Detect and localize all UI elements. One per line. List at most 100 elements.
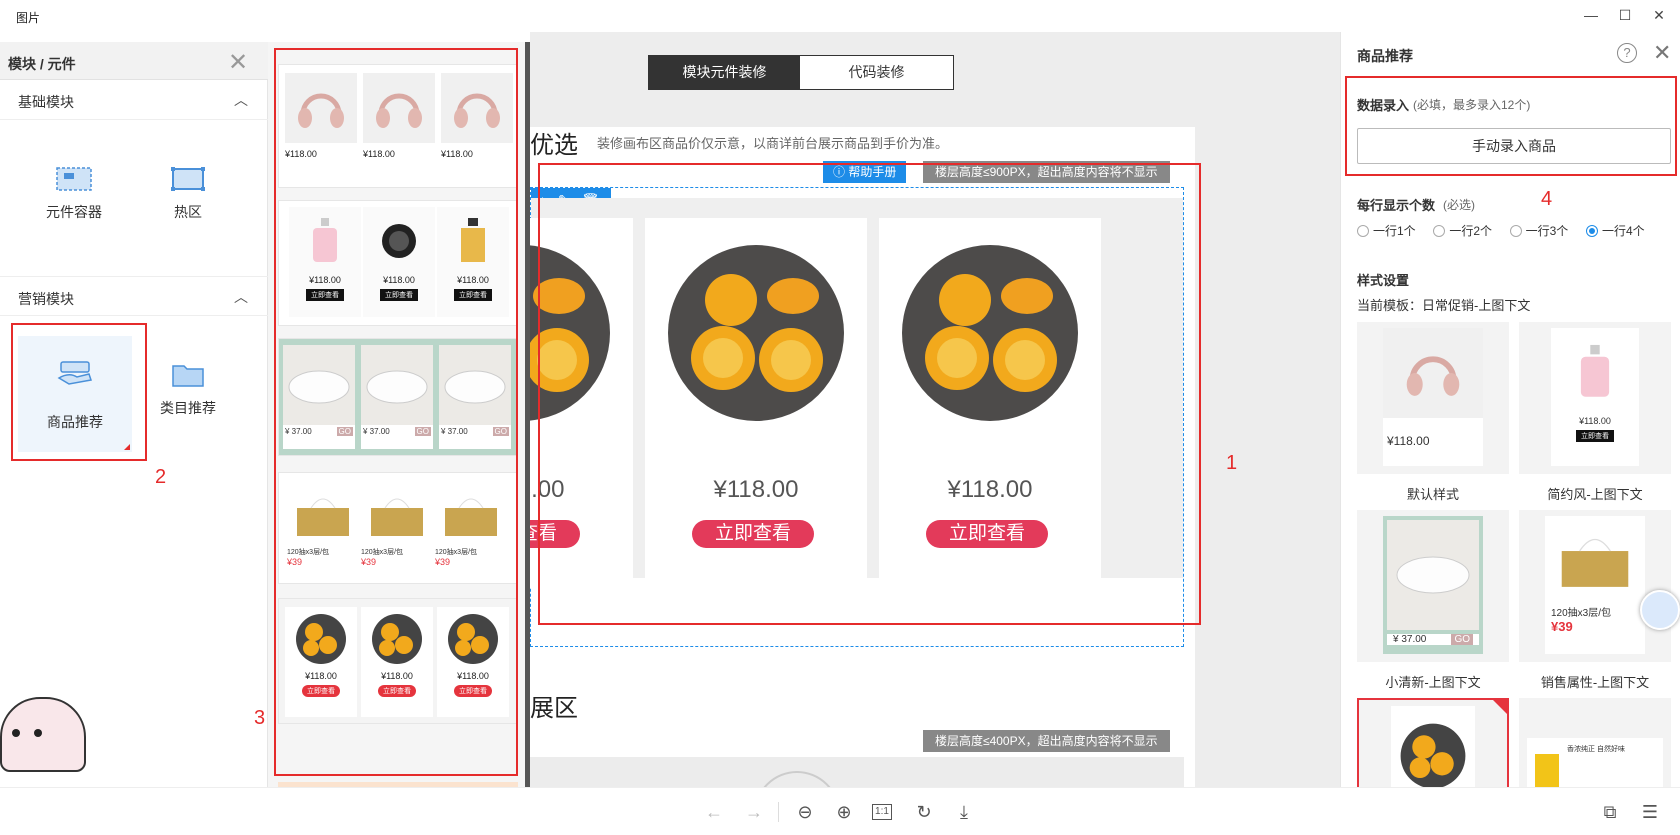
section-basic-header[interactable]: 基础模块 ︿ bbox=[0, 80, 268, 120]
property-panel: 商品推荐 ? ✕ 数据录入 (必填，最多录入12个) 手动录入商品 4 每行显示… bbox=[1340, 32, 1680, 787]
style-label: 销售属性-上图下文 bbox=[1540, 675, 1650, 690]
chevron-up-icon[interactable]: ︿ bbox=[234, 90, 248, 110]
rotate-icon[interactable]: ↻ bbox=[912, 800, 936, 824]
mode-tabs: 模块元件装修 代码装修 bbox=[648, 55, 954, 90]
section-marketing-header[interactable]: 营销模块 ︿ bbox=[0, 276, 268, 316]
container-icon bbox=[56, 167, 92, 191]
style-simple[interactable]: ¥118.00 立即查看 bbox=[1519, 322, 1671, 474]
actual-size-icon[interactable]: 1:1 bbox=[872, 804, 892, 820]
tab-module-decor[interactable]: 模块元件装修 bbox=[649, 56, 800, 89]
annotation-number-3: 3 bbox=[254, 707, 266, 729]
tool-label: 类目推荐 bbox=[160, 400, 216, 416]
title-bar: 图片 — ☐ ✕ bbox=[0, 0, 1680, 32]
chevron-up-icon[interactable]: ︿ bbox=[234, 287, 248, 307]
annotation-box-2 bbox=[11, 323, 147, 461]
price: ¥ 37.00 bbox=[1393, 634, 1427, 645]
price: ¥118.00 bbox=[1579, 416, 1611, 426]
mascot-eye bbox=[34, 729, 42, 737]
current-template: 当前模板：日常促销-上图下文 bbox=[1357, 298, 1531, 313]
perfume-image bbox=[1551, 328, 1639, 416]
module-panel: 模块 / 元件 ✕ 基础模块 ︿ 元件容器 热区 营销模块 ︿ 商品推荐 类目推… bbox=[0, 42, 268, 787]
text-extract-icon[interactable]: ☰ bbox=[1638, 800, 1662, 824]
annotation-number-4: 4 bbox=[1541, 188, 1553, 210]
style-sales-attr[interactable]: 120抽x3层/包 ¥39 bbox=[1519, 510, 1671, 662]
data-entry-hint: (必填，最多录入12个) bbox=[1413, 98, 1531, 112]
selected-check-icon bbox=[1493, 700, 1507, 714]
style-fresh[interactable]: ¥ 37.00 GO bbox=[1357, 510, 1509, 662]
price: ¥39 bbox=[1551, 619, 1573, 634]
style-thumb: ¥ 37.00 GO bbox=[1383, 516, 1483, 654]
template-strip[interactable]: ¥118.00 ¥118.00 ¥118.00 ¥118.00 立即查看 ¥118… bbox=[268, 42, 530, 788]
view-button: 立即查看 bbox=[1576, 430, 1614, 442]
radio-1[interactable]: 一行1个 bbox=[1357, 222, 1416, 239]
minimize-icon[interactable]: — bbox=[1580, 4, 1602, 26]
next-arrow-icon[interactable]: → bbox=[742, 800, 766, 824]
per-row-hint: (必选) bbox=[1443, 198, 1475, 212]
help-icon[interactable]: ? bbox=[1617, 43, 1637, 63]
style-thumb: ¥118.00 立即查看 bbox=[1551, 328, 1639, 466]
style-promo-banner[interactable]: 香浓纯正 自然好味 bbox=[1519, 698, 1671, 787]
prev-arrow-icon[interactable]: ← bbox=[702, 800, 726, 824]
folder-icon bbox=[172, 365, 204, 387]
per-row-radios: 一行1个 一行2个 一行3个 一行4个 bbox=[1357, 222, 1677, 240]
tool-label: 元件容器 bbox=[46, 204, 102, 220]
floor-title: 展区 bbox=[530, 695, 578, 722]
mascot-eye bbox=[12, 729, 20, 737]
section-marketing-title: 营销模块 bbox=[18, 291, 74, 307]
style-label: 默认样式 bbox=[1406, 487, 1459, 502]
hotzone-icon bbox=[171, 167, 205, 191]
price: ¥118.00 bbox=[1387, 434, 1430, 448]
pillow-image bbox=[1387, 520, 1479, 630]
go-button: GO bbox=[1451, 634, 1473, 645]
promo-text: 香浓纯正 自然好味 bbox=[1567, 746, 1625, 753]
video-placeholder bbox=[530, 757, 1184, 787]
radio-label: 一行2个 bbox=[1449, 224, 1492, 238]
download-icon[interactable]: ⤓ bbox=[952, 800, 976, 824]
headphone-image bbox=[1383, 328, 1483, 418]
radio-label: 一行1个 bbox=[1373, 224, 1416, 238]
style-daily-promo[interactable] bbox=[1357, 698, 1509, 787]
tool-component-container[interactable]: 元件容器 bbox=[24, 164, 124, 222]
annotation-number-1: 1 bbox=[1226, 452, 1238, 474]
radio-2[interactable]: 一行2个 bbox=[1433, 222, 1492, 239]
orange-image bbox=[1391, 706, 1475, 787]
module-panel-header: 模块 / 元件 ✕ bbox=[0, 42, 268, 80]
style-thumb: 120抽x3层/包 ¥39 bbox=[1545, 516, 1645, 654]
close-panel-icon[interactable]: ✕ bbox=[228, 48, 248, 77]
tool-category-recommend[interactable]: 类目推荐 bbox=[138, 360, 238, 418]
floor-height-limit: 楼层高度≤400PX，超出高度内容将不显示 bbox=[923, 730, 1170, 752]
zoom-in-icon[interactable]: ⊕ bbox=[832, 800, 856, 824]
radio-label: 一行4个 bbox=[1601, 224, 1645, 238]
tool-hotzone[interactable]: 热区 bbox=[138, 164, 238, 222]
close-window-icon[interactable]: ✕ bbox=[1648, 4, 1670, 26]
mascot-avatar bbox=[0, 697, 86, 772]
tissue-image bbox=[1545, 516, 1645, 604]
property-panel-title: 商品推荐 bbox=[1357, 48, 1413, 64]
manual-entry-button[interactable]: 手动录入商品 bbox=[1357, 128, 1671, 164]
per-row-label: 每行显示个数 bbox=[1357, 198, 1436, 213]
annotation-box-3 bbox=[274, 48, 518, 776]
assistant-avatar[interactable] bbox=[1640, 590, 1680, 630]
style-label: 简约风-上图下文 bbox=[1547, 487, 1643, 502]
image-viewer-toolbar: ← → ⊖ ⊕ 1:1 ↻ ⤓ ⧉ ☰ bbox=[0, 787, 1680, 835]
style-default[interactable]: ¥118.00 bbox=[1357, 322, 1509, 474]
divider bbox=[778, 802, 779, 822]
close-panel-icon[interactable]: ✕ bbox=[1653, 40, 1671, 66]
section-basic-title: 基础模块 bbox=[18, 94, 74, 110]
style-thumb: 香浓纯正 自然好味 bbox=[1527, 738, 1663, 787]
floor-showcase[interactable]: 展区 楼层高度≤400PX，超出高度内容将不显示 bbox=[530, 652, 1195, 787]
floor-note: 装修画布区商品价仅示意，以商详前台展示商品到手价为准。 bbox=[597, 136, 949, 151]
style-settings-label: 样式设置 bbox=[1357, 273, 1410, 288]
floor-title: 优选 bbox=[530, 132, 578, 159]
ocr-icon[interactable]: ⧉ bbox=[1598, 800, 1622, 824]
desc: 120抽x3层/包 bbox=[1551, 608, 1612, 619]
data-entry-label: 数据录入 bbox=[1357, 98, 1410, 113]
radio-label: 一行3个 bbox=[1525, 224, 1569, 238]
play-icon[interactable] bbox=[754, 771, 840, 787]
maximize-icon[interactable]: ☐ bbox=[1614, 4, 1636, 26]
zoom-out-icon[interactable]: ⊖ bbox=[793, 800, 817, 824]
radio-3[interactable]: 一行3个 bbox=[1509, 222, 1569, 239]
annotation-number-2: 2 bbox=[155, 466, 167, 488]
radio-4[interactable]: 一行4个 bbox=[1585, 222, 1645, 239]
tab-code-decor[interactable]: 代码装修 bbox=[800, 56, 953, 89]
